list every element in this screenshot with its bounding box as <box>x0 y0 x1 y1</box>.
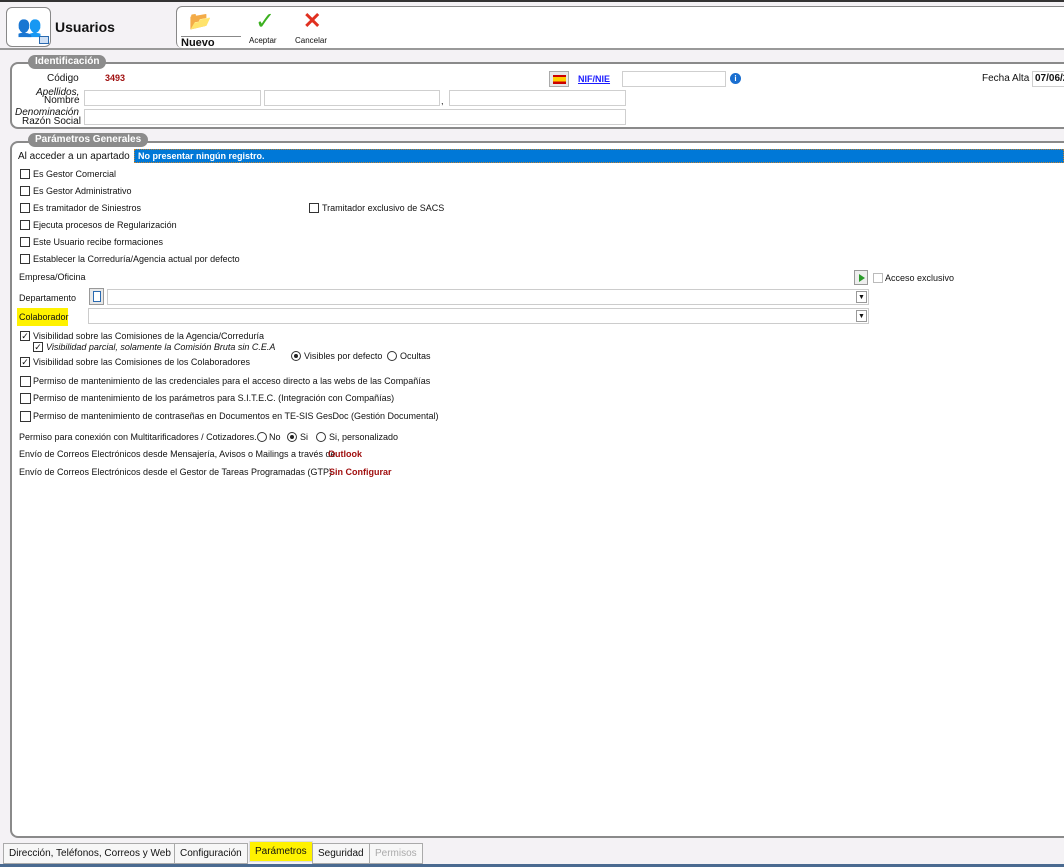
fecha-alta-input[interactable]: 07/06/2 <box>1032 71 1064 87</box>
departamento-label: Departamento <box>19 293 77 303</box>
tab-permisos: Permisos <box>369 843 423 864</box>
nombre-input[interactable] <box>449 90 626 106</box>
check-4-checkbox[interactable] <box>20 237 30 247</box>
check-1-label: Es Gestor Administrativo <box>33 186 132 196</box>
permiso-2-label: Permiso de mantenimiento de contraseñas … <box>33 411 439 421</box>
cancel-button[interactable]: ✕ Cancelar <box>292 7 334 49</box>
permiso-2-checkbox[interactable] <box>20 411 31 422</box>
correo1-label: Envío de Correos Electrónicos desde Mens… <box>19 449 336 459</box>
top-border <box>0 0 1064 2</box>
nif-link[interactable]: NIF/NIE <box>578 73 610 85</box>
play-icon <box>859 274 865 282</box>
apellido1-input[interactable] <box>84 90 261 106</box>
conexion-personalizado-label: Si, personalizado <box>329 432 399 442</box>
departamento-select[interactable]: ▼ <box>107 289 869 305</box>
check-5-checkbox[interactable] <box>20 254 30 264</box>
departamento-doc-button[interactable] <box>89 288 104 305</box>
check-2-label: Es tramitador de Siniestros <box>33 203 142 213</box>
vis-parcial-label: Visibilidad parcial, solamente la Comisi… <box>46 342 276 352</box>
cancel-x-icon: ✕ <box>303 8 322 33</box>
toolbar: 📂 Nuevo ✓ Aceptar ✕ Cancelar <box>176 6 1064 49</box>
play-button[interactable] <box>854 270 868 285</box>
correo2-label: Envío de Correos Electrónicos desde el G… <box>19 467 332 477</box>
document-icon <box>93 291 101 302</box>
identificacion-legend: Identificación <box>28 55 107 69</box>
correo1-value[interactable]: Outlook <box>328 448 362 460</box>
check-1-checkbox[interactable] <box>20 186 30 196</box>
visibles-radio[interactable] <box>291 351 301 361</box>
conexion-si-label: Si <box>300 432 309 442</box>
acceso-exclusivo-label: Acceso exclusivo <box>885 273 955 283</box>
check-2-checkbox[interactable] <box>20 203 30 213</box>
accept-label: Aceptar <box>249 36 277 45</box>
new-folder-icon: 📂 <box>189 11 212 31</box>
tab-configuracion[interactable]: Configuración <box>174 843 248 864</box>
fecha-alta-value: 07/06/2 <box>1035 73 1064 84</box>
razon-social-label: Razón Social <box>22 116 81 127</box>
codigo-value: 3493 <box>105 73 126 83</box>
acceso-exclusivo-checkbox[interactable] <box>873 273 883 283</box>
parametros-legend: Parámetros Generales <box>28 133 149 147</box>
tab-direccion[interactable]: Dirección, Teléfonos, Correos y Web <box>3 843 177 864</box>
correo2-value[interactable]: Sin Configurar <box>329 466 392 478</box>
new-button[interactable]: 📂 Nuevo <box>177 7 245 49</box>
chevron-down-icon[interactable]: ▼ <box>856 310 867 322</box>
acceder-select[interactable]: No presentar ningún registro. <box>134 149 1064 163</box>
parametros-panel <box>10 141 1064 838</box>
conexion-personalizado-radio[interactable] <box>316 432 326 442</box>
check-4-label: Este Usuario recibe formaciones <box>33 237 164 247</box>
razon-social-input[interactable] <box>84 109 626 125</box>
acceder-value: No presentar ningún registro. <box>138 151 265 161</box>
vis-parcial-checkbox[interactable]: ✓ <box>33 342 43 352</box>
colaborador-select[interactable]: ▼ <box>88 308 869 324</box>
cancel-label: Cancelar <box>295 36 328 45</box>
tab-seguridad[interactable]: Seguridad <box>312 843 370 864</box>
check-0-label: Es Gestor Comercial <box>33 169 117 179</box>
apellido2-input[interactable] <box>264 90 440 106</box>
accept-button[interactable]: ✓ Aceptar <box>245 7 285 49</box>
conexion-no-radio[interactable] <box>257 432 267 442</box>
permiso-0-checkbox[interactable] <box>20 376 31 387</box>
country-flag-button[interactable] <box>549 71 569 87</box>
colaborador-label: Colaborador <box>19 312 69 322</box>
check-5-label: Establecer la Correduría/Agencia actual … <box>33 254 240 264</box>
header-divider <box>0 48 1064 50</box>
vis-colaboradores-label: Visibilidad sobre las Comisiones de los … <box>33 357 250 367</box>
checkmark-icon: ✓ <box>255 8 276 35</box>
spain-flag-icon <box>553 75 566 84</box>
check-3-checkbox[interactable] <box>20 220 30 230</box>
permiso-1-label: Permiso de mantenimiento de los parámetr… <box>33 393 395 403</box>
nif-input[interactable] <box>622 71 726 87</box>
users-module-button[interactable]: 👥 <box>6 7 51 47</box>
permiso-0-label: Permiso de mantenimiento de las credenci… <box>33 376 431 386</box>
nombre-label: Nombre <box>44 95 80 106</box>
visibles-label: Visibles por defecto <box>304 351 383 361</box>
vis-agencia-checkbox[interactable]: ✓ <box>20 331 30 341</box>
comma: , <box>441 96 444 106</box>
chevron-down-icon[interactable]: ▼ <box>856 291 867 303</box>
windows-icon <box>39 36 49 44</box>
sacs-label: Tramitador exclusivo de SACS <box>322 203 445 213</box>
fecha-alta-label: Fecha Alta <box>982 73 1030 84</box>
ocultas-radio[interactable] <box>387 351 397 361</box>
conexion-no-label: No <box>269 432 281 442</box>
empresa-label: Empresa/Oficina <box>19 272 86 282</box>
conexion-label: Permiso para conexión con Multitarificad… <box>19 432 257 442</box>
check-3-label: Ejecuta procesos de Regularización <box>33 220 177 230</box>
page-title: Usuarios <box>55 19 115 35</box>
check-0-checkbox[interactable] <box>20 169 30 179</box>
ocultas-label: Ocultas <box>400 351 431 361</box>
codigo-label: Código <box>47 73 79 84</box>
sacs-checkbox[interactable] <box>309 203 319 213</box>
info-icon[interactable]: i <box>730 73 741 84</box>
permiso-1-checkbox[interactable] <box>20 393 31 404</box>
tab-parametros[interactable]: Parámetros <box>249 841 313 862</box>
acceder-label: Al acceder a un apartado <box>18 151 130 162</box>
vis-colaboradores-checkbox[interactable]: ✓ <box>20 357 30 367</box>
conexion-si-radio[interactable] <box>287 432 297 442</box>
